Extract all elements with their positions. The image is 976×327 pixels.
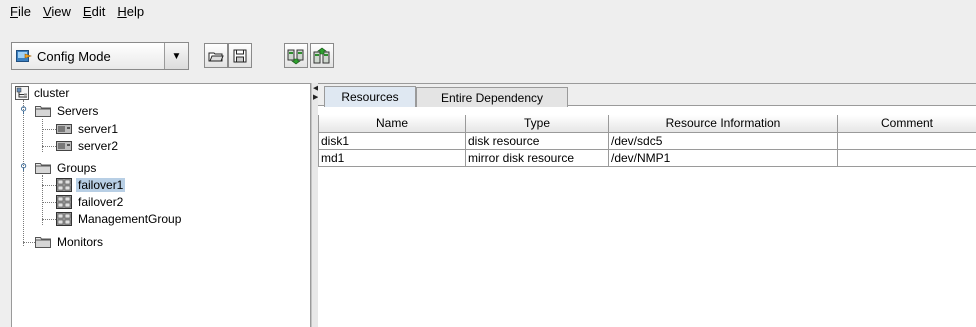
tree-label: ManagementGroup: [78, 212, 182, 226]
table-cell: [837, 131, 976, 150]
menu-help[interactable]: Help: [111, 4, 150, 19]
tree-label: Servers: [57, 104, 99, 118]
mode-select[interactable]: Config Mode ▼: [11, 42, 189, 70]
tab-resources[interactable]: Resources: [324, 86, 416, 107]
table-row[interactable]: md1 mirror disk resource /dev/NMP1: [318, 148, 976, 167]
folder-icon: [35, 162, 51, 174]
group-icon: [56, 212, 72, 226]
table-header-row: Name Type Resource Information Comment: [318, 115, 976, 133]
tree-label: cluster: [34, 86, 70, 100]
table-cell: disk1: [318, 131, 466, 150]
menu-view[interactable]: View: [37, 4, 77, 19]
tree-connector: [42, 129, 56, 130]
tree-panel: ⚲ ⚲ cluster Servers server1 server2 Grou…: [11, 83, 311, 327]
table-cell: [837, 148, 976, 167]
menu-help-mnemonic: H: [117, 3, 127, 19]
tree-label: server2: [78, 139, 119, 153]
folder-icon: [35, 105, 51, 117]
cluster-icon: [15, 86, 29, 100]
tree-label: failover1: [76, 178, 126, 192]
upload-config-button[interactable]: [310, 43, 334, 68]
tree-connector: [42, 202, 56, 203]
tree-item-monitors[interactable]: Monitors: [35, 234, 105, 250]
table-cell: md1: [318, 148, 466, 167]
tree-connector: [42, 146, 56, 147]
server-icon: [56, 123, 72, 135]
column-header-resource-information[interactable]: Resource Information: [608, 115, 838, 133]
tree-label: failover2: [78, 195, 124, 209]
toolbar: Config Mode ▼: [0, 42, 976, 72]
menu-bar: File View Edit Help: [0, 0, 976, 22]
open-folder-icon: [208, 49, 224, 63]
tree-label: Monitors: [57, 235, 104, 249]
column-header-comment[interactable]: Comment: [837, 115, 976, 133]
column-header-name[interactable]: Name: [318, 115, 466, 133]
chevron-down-icon[interactable]: ▼: [164, 43, 188, 69]
server-icon: [56, 140, 72, 152]
download-config-icon: [287, 47, 305, 65]
table-cell: disk resource: [465, 131, 609, 150]
mode-select-label: Config Mode: [37, 48, 111, 64]
menu-help-label: elp: [126, 3, 145, 19]
upload-config-icon: [313, 47, 331, 65]
folder-icon: [35, 236, 51, 248]
tab-label: Resources: [341, 90, 399, 104]
tree-item-groups[interactable]: Groups: [35, 160, 98, 176]
menu-file-label: ile: [17, 3, 31, 19]
panel-splitter[interactable]: ◀ ▶: [311, 83, 318, 327]
tree-connector: [42, 119, 43, 152]
group-icon: [56, 195, 72, 209]
menu-edit-mnemonic: E: [82, 3, 92, 19]
tab-bar: Resources Entire Dependency: [318, 84, 976, 107]
table-cell: /dev/NMP1: [608, 148, 838, 167]
tree-label: Groups: [57, 161, 97, 175]
tree-connector: [42, 175, 43, 225]
tree-item-failover2[interactable]: failover2: [56, 194, 125, 210]
table-cell: mirror disk resource: [465, 148, 609, 167]
menu-view-label: iew: [51, 3, 71, 19]
tree-item-failover1[interactable]: failover1: [56, 177, 126, 193]
tree-item-managementgroup[interactable]: ManagementGroup: [56, 211, 183, 227]
tab-label: Entire Dependency: [440, 90, 544, 105]
save-disk-icon: [233, 49, 247, 63]
tree-connector: [23, 100, 24, 246]
tree-item-server2[interactable]: server2: [56, 138, 120, 154]
collapse-groups-toggle[interactable]: ⚲: [19, 163, 28, 172]
tree-label: server1: [78, 122, 119, 136]
column-header-type[interactable]: Type: [465, 115, 609, 133]
mode-select-value: Config Mode: [12, 49, 164, 64]
menu-edit-label: dit: [91, 3, 106, 19]
detail-panel: Resources Entire Dependency Name Type Re…: [318, 83, 976, 327]
collapse-servers-toggle[interactable]: ⚲: [19, 106, 28, 115]
tree-item-server1[interactable]: server1: [56, 121, 120, 137]
menu-file[interactable]: File: [4, 4, 37, 19]
tree-connector: [42, 219, 56, 220]
tree-item-servers[interactable]: Servers: [35, 103, 100, 119]
menu-edit[interactable]: Edit: [77, 4, 111, 19]
open-button[interactable]: [204, 43, 228, 68]
tab-entire-dependency[interactable]: Entire Dependency: [416, 87, 568, 107]
menu-file-mnemonic: F: [10, 3, 18, 19]
table-row[interactable]: disk1 disk resource /dev/sdc5: [318, 131, 976, 150]
download-config-button[interactable]: [284, 43, 308, 68]
tree-item-cluster[interactable]: cluster: [15, 85, 71, 101]
tree-connector: [42, 185, 56, 186]
save-button[interactable]: [228, 43, 252, 68]
resources-table: Name Type Resource Information Comment d…: [318, 115, 976, 167]
group-icon: [56, 178, 72, 192]
table-cell: /dev/sdc5: [608, 131, 838, 150]
config-mode-icon: [16, 49, 32, 63]
